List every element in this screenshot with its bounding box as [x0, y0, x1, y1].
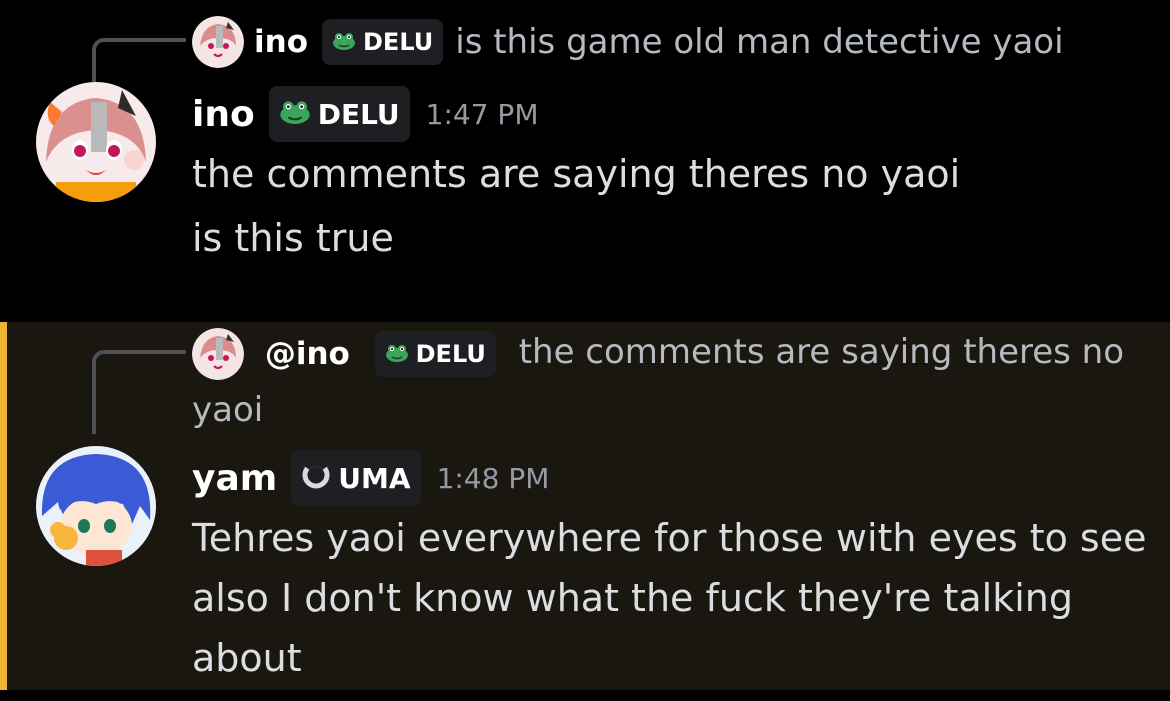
- reply-connector: [92, 38, 186, 82]
- reply-text[interactable]: is this game old man detective yaoi: [455, 16, 1063, 68]
- reply-text-2[interactable]: yaoi: [192, 390, 263, 430]
- author-username[interactable]: ino: [192, 94, 255, 135]
- reply-preview[interactable]: ino DELU is this game old man detective …: [192, 16, 1064, 68]
- message-header: yam UMA 1:48 PM: [192, 448, 549, 508]
- frog-icon: [385, 326, 409, 382]
- message-line-3: about: [192, 636, 302, 680]
- message-line-1: Tehres yaoi everywhere for those with ey…: [192, 516, 1147, 560]
- message-line-2: also I don't know what the fuck they're …: [192, 576, 1073, 620]
- message-ino: ino DELU is this game old man detective …: [0, 0, 1170, 322]
- yam-avatar[interactable]: [36, 446, 156, 566]
- reply-tag: DELU: [374, 330, 496, 377]
- ino-mini-avatar[interactable]: [192, 16, 244, 68]
- mention-highlight-bar: [0, 322, 7, 690]
- timestamp: 1:48 PM: [436, 461, 550, 495]
- ino-avatar[interactable]: [36, 82, 156, 202]
- reply-username[interactable]: @ino: [265, 336, 350, 372]
- author-username[interactable]: yam: [192, 458, 277, 499]
- author-tag-label: UMA: [338, 461, 411, 495]
- reply-tag-label: DELU: [363, 28, 434, 56]
- message-yam: @ino DELU the comments are saying theres…: [0, 322, 1170, 690]
- reply-tag-label: DELU: [415, 339, 486, 368]
- ring-icon: [301, 459, 331, 497]
- author-tag: UMA: [291, 450, 421, 506]
- frog-icon: [279, 98, 311, 131]
- reply-tag: DELU: [322, 16, 444, 68]
- reply-preview[interactable]: @ino DELU the comments are saying theres…: [192, 324, 1142, 438]
- ino-mini-avatar[interactable]: [192, 327, 244, 380]
- frog-icon: [332, 16, 356, 68]
- author-tag: DELU: [268, 86, 410, 142]
- bottom-edge: [0, 690, 1170, 701]
- timestamp: 1:47 PM: [425, 97, 539, 131]
- message-line-1: the comments are saying theres no yaoi: [192, 152, 961, 196]
- reply-text-1[interactable]: the comments are saying theres no: [519, 332, 1124, 372]
- reply-username[interactable]: ino: [254, 16, 308, 68]
- reply-connector: [92, 350, 186, 434]
- author-tag-label: DELU: [317, 97, 400, 131]
- message-line-2: is this true: [192, 216, 394, 260]
- message-header: ino DELU 1:47 PM: [192, 84, 538, 144]
